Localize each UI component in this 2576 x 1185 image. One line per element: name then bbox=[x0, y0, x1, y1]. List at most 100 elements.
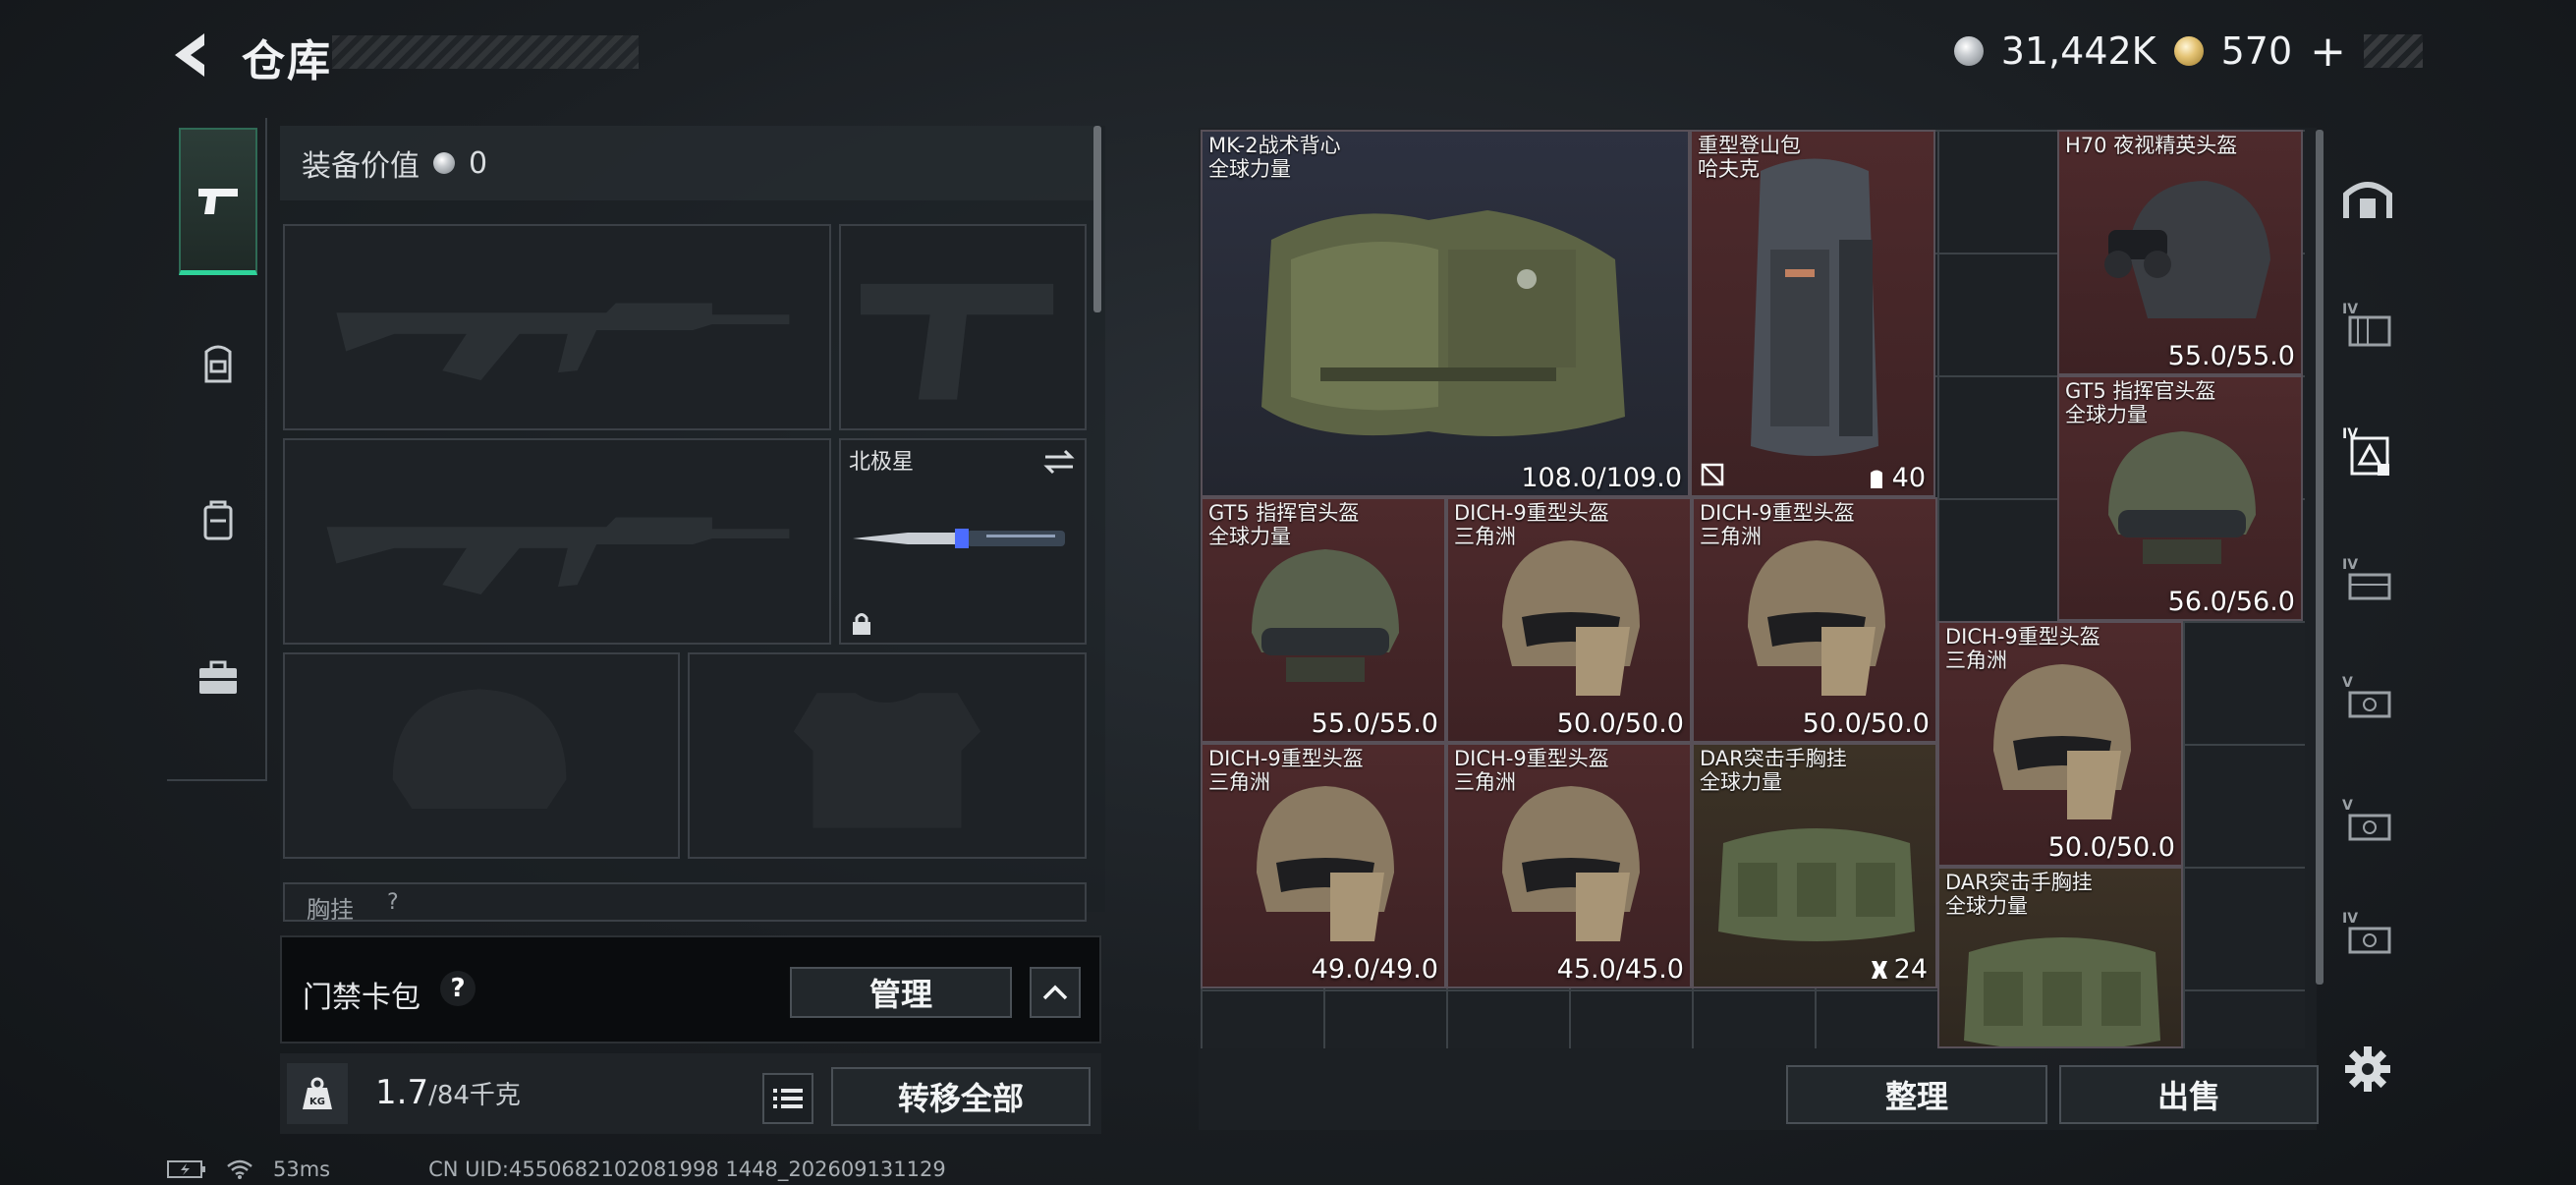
currency-display: 31,442K 570 + bbox=[1953, 27, 2423, 77]
loadout-scrollbar[interactable] bbox=[1093, 126, 1101, 312]
chevron-up-icon bbox=[1042, 985, 1068, 1000]
silver-amount: 31,442K bbox=[2000, 29, 2156, 73]
item-name: DICH-9重型头盔 bbox=[1208, 747, 1364, 770]
bag-icon bbox=[203, 500, 233, 540]
swap-icon[interactable] bbox=[1041, 448, 1077, 476]
weight-current: 1.7 bbox=[375, 1073, 429, 1112]
tier-v-case-icon: V bbox=[2342, 798, 2391, 841]
body-armor-slot[interactable] bbox=[688, 652, 1087, 859]
item-brand: 全球力量 bbox=[1208, 157, 1291, 181]
item-durability: 50.0/50.0 bbox=[1556, 708, 1684, 739]
svg-text:IV: IV bbox=[2342, 557, 2358, 573]
nav-armor-tab[interactable] bbox=[179, 290, 257, 437]
manage-button[interactable]: 管理 bbox=[790, 967, 1012, 1018]
tab-tier-iv-case[interactable]: IV bbox=[2328, 531, 2407, 629]
backpack-item-icon bbox=[1751, 158, 1878, 456]
nav-weapons-tab[interactable] bbox=[179, 128, 257, 275]
item-name: DAR突击手胸挂 bbox=[1700, 747, 1847, 770]
chest-rig-label: 胸挂 bbox=[307, 896, 354, 922]
no-insurance-icon bbox=[1701, 463, 1724, 486]
vest-silhouette-icon bbox=[793, 693, 981, 828]
combat-helmet-icon bbox=[2108, 431, 2256, 564]
rifle-silhouette-icon bbox=[326, 517, 790, 594]
item-durability: 108.0/109.0 bbox=[1521, 463, 1682, 493]
item-durability: 50.0/50.0 bbox=[2047, 832, 2175, 863]
melee-name: 北极星 bbox=[849, 450, 915, 475]
combat-helmet-icon bbox=[1252, 549, 1399, 682]
nav-backpack-tab[interactable] bbox=[179, 447, 257, 594]
svg-text:V: V bbox=[2342, 798, 2353, 814]
backpack-icon bbox=[204, 345, 232, 383]
back-button[interactable] bbox=[165, 28, 220, 83]
stash-item-nv-helmet[interactable]: H70 夜视精英头盔 55.0/55.0 bbox=[2057, 130, 2303, 375]
stash-item-backpack[interactable]: 重型登山包 哈夫克 40 bbox=[1690, 130, 1935, 497]
tab-tier-iv-bag[interactable]: IV bbox=[2328, 403, 2407, 501]
svg-text:V: V bbox=[2342, 675, 2353, 691]
item-brand: 全球力量 bbox=[1700, 770, 1782, 794]
organize-button[interactable]: 整理 bbox=[1786, 1065, 2047, 1124]
stash-item-gt5-helmet[interactable]: GT5 指挥官头盔 全球力量 55.0/55.0 bbox=[1201, 497, 1446, 743]
tab-tier-iv-case-2[interactable]: IV bbox=[2328, 884, 2407, 983]
item-brand: 三角洲 bbox=[1700, 525, 1762, 548]
capacity-icon bbox=[1870, 470, 1882, 488]
primary-weapon-slot[interactable] bbox=[283, 224, 831, 430]
svg-text:IV: IV bbox=[2342, 302, 2358, 317]
tab-tier-v-case[interactable]: V bbox=[2328, 649, 2407, 747]
stash-item-chest-rig[interactable]: DAR突击手胸挂 全球力量 bbox=[1937, 867, 2183, 1048]
transfer-all-button[interactable]: 转移全部 bbox=[831, 1067, 1091, 1126]
gold-add-button[interactable]: + bbox=[2310, 27, 2346, 77]
stash-item-gt5-helmet[interactable]: GT5 指挥官头盔 全球力量 56.0/56.0 bbox=[2057, 375, 2303, 621]
secondary-weapon-slot[interactable] bbox=[283, 438, 831, 645]
item-capacity: 24 bbox=[1893, 954, 1928, 985]
stash-item-dich-helmet[interactable]: DICH-9重型头盔 三角洲 45.0/45.0 bbox=[1446, 743, 1692, 988]
gold-coin-icon bbox=[2173, 36, 2204, 66]
stash-item-chest-rig[interactable]: DAR突击手胸挂 全球力量 24 bbox=[1692, 743, 1937, 988]
expand-button[interactable] bbox=[1030, 967, 1081, 1018]
tier-iv-case-icon: IV bbox=[2342, 557, 2391, 600]
chest-rig-hint: ? bbox=[387, 890, 399, 915]
tier-iv-case-icon: IV bbox=[2342, 911, 2391, 954]
settings-button[interactable] bbox=[2328, 1020, 2407, 1118]
equipment-value: 0 bbox=[469, 145, 488, 181]
tab-vault[interactable] bbox=[2328, 149, 2407, 248]
help-button[interactable]: ? bbox=[440, 971, 476, 1006]
helmet-slot[interactable] bbox=[283, 652, 680, 859]
item-brand: 全球力量 bbox=[2065, 403, 2148, 426]
nav-case-tab[interactable] bbox=[179, 604, 257, 752]
chest-rig-icon bbox=[1964, 937, 2160, 1046]
heavy-helmet-icon bbox=[1502, 786, 1640, 941]
sidearm-slot[interactable] bbox=[839, 224, 1087, 430]
melee-slot[interactable]: 北极星 bbox=[839, 438, 1087, 645]
pistol-silhouette-icon bbox=[861, 283, 1054, 400]
silver-coin-icon bbox=[433, 152, 455, 174]
heavy-helmet-icon bbox=[1748, 540, 1885, 696]
status-footer: 53ms CN UID:4550682102081998 1448_202609… bbox=[167, 1156, 946, 1183]
left-category-nav bbox=[167, 118, 267, 781]
stash-scrollbar[interactable] bbox=[2316, 130, 2324, 985]
tab-tier-iv-box[interactable]: IV bbox=[2328, 275, 2407, 373]
item-brand: 全球力量 bbox=[1945, 894, 2028, 918]
list-icon bbox=[773, 1089, 803, 1108]
stash-item-dich-helmet[interactable]: DICH-9重型头盔 三角洲 49.0/49.0 bbox=[1201, 743, 1446, 988]
pistol-icon bbox=[198, 188, 238, 214]
stash-item-dich-helmet[interactable]: DICH-9重型头盔 三角洲 50.0/50.0 bbox=[1692, 497, 1937, 743]
svg-text:IV: IV bbox=[2342, 911, 2358, 927]
weight-max: /84千克 bbox=[428, 1081, 521, 1110]
tactical-vest-icon bbox=[1261, 210, 1625, 436]
stash-item-dich-helmet[interactable]: DICH-9重型头盔 三角洲 50.0/50.0 bbox=[1446, 497, 1692, 743]
item-durability: 55.0/55.0 bbox=[1311, 708, 1438, 739]
heavy-helmet-icon bbox=[1502, 540, 1640, 696]
list-view-button[interactable] bbox=[762, 1073, 813, 1124]
chest-rig-slot[interactable]: 胸挂 ? bbox=[283, 882, 1087, 922]
title-decoration bbox=[332, 35, 639, 69]
equipment-value-bar: 装备价值 0 bbox=[280, 126, 1095, 200]
item-brand: 全球力量 bbox=[1208, 525, 1291, 548]
item-durability: 50.0/50.0 bbox=[1802, 708, 1930, 739]
gold-amount: 570 bbox=[2220, 29, 2293, 73]
stash-item-vest[interactable]: MK-2战术背心 全球力量 108.0/109.0 bbox=[1201, 130, 1690, 497]
stash-item-dich-helmet[interactable]: DICH-9重型头盔 三角洲 50.0/50.0 bbox=[1937, 621, 2183, 867]
access-card-label: 门禁卡包 bbox=[303, 981, 420, 1015]
tab-tier-v-case-2[interactable]: V bbox=[2328, 771, 2407, 870]
sell-button[interactable]: 出售 bbox=[2059, 1065, 2319, 1124]
item-name: DICH-9重型头盔 bbox=[1700, 501, 1855, 525]
